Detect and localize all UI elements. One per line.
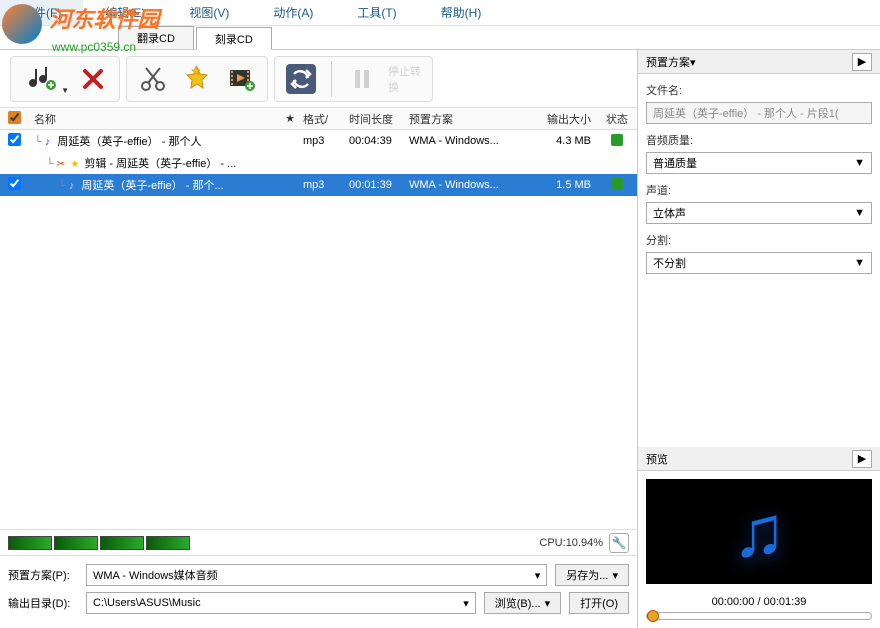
quality-value: 普通质量: [653, 155, 697, 171]
preset-combo[interactable]: WMA - Windows媒体音频 ▾: [86, 564, 547, 586]
dropdown-arrow-icon: ▾: [463, 597, 469, 610]
status-ready-icon: [611, 134, 623, 146]
preset-panel-header: 预置方案▾ ▶: [638, 50, 880, 74]
clip-name: 剪辑 - 周延英（英子-effie） - ...: [84, 158, 236, 170]
music-note-icon: ♪: [69, 180, 75, 192]
output-value: C:\Users\ASUS\Music: [93, 597, 201, 609]
playback-slider[interactable]: [646, 612, 872, 620]
channel-label: 声道:: [646, 182, 872, 198]
music-note-icon: ♪: [45, 136, 51, 148]
menu-edit[interactable]: 编辑(E): [83, 0, 167, 25]
split-value: 不分割: [653, 255, 686, 271]
list-row[interactable]: └ ✂ ★ 剪辑 - 周延英（英子-effie） - ...: [0, 152, 637, 174]
quality-combo[interactable]: 普通质量 ▼: [646, 152, 872, 174]
channel-value: 立体声: [653, 205, 686, 221]
row-checkbox[interactable]: [8, 177, 21, 190]
cpu-bar: CPU:10.94% 🔧: [0, 529, 637, 555]
stop-button: 停止转换: [388, 61, 424, 97]
check-all[interactable]: [8, 111, 21, 124]
toolbar: ▼: [0, 50, 637, 108]
favorites-button[interactable]: [179, 61, 215, 97]
cpu-label: CPU:: [539, 537, 565, 549]
col-star[interactable]: ★: [277, 112, 303, 125]
cpu-meter: [8, 536, 190, 550]
menu-file[interactable]: 文件(F): [0, 0, 83, 25]
music-preview-icon: ♫: [732, 491, 786, 573]
quality-label: 音频质量:: [646, 132, 872, 148]
cut-button[interactable]: [135, 61, 171, 97]
convert-button[interactable]: [283, 61, 319, 97]
add-video-button[interactable]: [223, 61, 259, 97]
list-row[interactable]: └ ♪ 周延英（英子-effie） - 那个... mp3 00:01:39 W…: [0, 174, 637, 196]
file-list: └ ♪ 周延英（英子-effie） - 那个人 mp3 00:04:39 WMA…: [0, 130, 637, 529]
dropdown-arrow-icon: ▾: [535, 569, 541, 582]
open-button[interactable]: 打开(O): [569, 592, 629, 614]
split-combo[interactable]: 不分割 ▼: [646, 252, 872, 274]
file-format: mp3: [303, 135, 349, 147]
preset-value: WMA - Windows媒体音频: [93, 567, 218, 583]
file-size: 4.3 MB: [539, 135, 597, 147]
dropdown-arrow-icon: ▼: [854, 207, 865, 219]
filename-field[interactable]: 周延英（英子-effie） - 那个人 - 片段1(: [646, 102, 872, 124]
dropdown-arrow-icon[interactable]: ▾: [690, 57, 696, 69]
star-icon: ★: [70, 159, 79, 170]
tab-rip-cd[interactable]: 翻录CD: [118, 26, 194, 49]
col-name[interactable]: 名称: [28, 111, 277, 127]
dropdown-arrow-icon: ▼: [61, 86, 69, 95]
slider-thumb[interactable]: [647, 610, 659, 622]
col-status[interactable]: 状态: [597, 111, 637, 127]
status-ready-icon: [611, 178, 623, 190]
output-dir-combo[interactable]: C:\Users\ASUS\Music ▾: [86, 592, 476, 614]
browse-button[interactable]: 浏览(B)...▾: [484, 592, 561, 614]
filename-label: 文件名:: [646, 82, 872, 98]
col-format[interactable]: 格式/: [303, 111, 349, 127]
menu-help[interactable]: 帮助(H): [419, 0, 504, 25]
cpu-value: 10.94%: [566, 537, 603, 549]
file-duration: 00:04:39: [349, 135, 409, 147]
file-preset: WMA - Windows...: [409, 179, 539, 191]
list-header: 名称 ★ 格式/ 时间长度 预置方案 输出大小 状态: [0, 108, 637, 130]
expand-button[interactable]: ▶: [852, 450, 872, 468]
scissors-icon: ✂: [57, 159, 65, 170]
split-label: 分割:: [646, 232, 872, 248]
preview-header-label: 预览: [646, 451, 668, 467]
col-preset[interactable]: 预置方案: [409, 111, 539, 127]
pause-button: [344, 61, 380, 97]
settings-button[interactable]: 🔧: [609, 533, 629, 553]
file-duration: 00:01:39: [349, 179, 409, 191]
menu-view[interactable]: 视图(V): [167, 0, 251, 25]
file-name: 周延英（英子-effie） - 那个人: [57, 136, 201, 148]
file-preset: WMA - Windows...: [409, 135, 539, 147]
row-checkbox[interactable]: [8, 133, 21, 146]
output-label: 输出目录(D):: [8, 595, 78, 611]
save-as-button[interactable]: 另存为...▾: [555, 564, 629, 586]
file-format: mp3: [303, 179, 349, 191]
time-display: 00:00:00 / 00:01:39: [646, 596, 872, 608]
add-music-button[interactable]: ▼: [19, 61, 67, 97]
preview-panel-header: 预览 ▶: [638, 447, 880, 471]
output-form: 预置方案(P): WMA - Windows媒体音频 ▾ 另存为...▾ 输出目…: [0, 555, 637, 628]
preset-label: 预置方案(P):: [8, 567, 78, 583]
file-size: 1.5 MB: [539, 179, 597, 191]
tab-bar: 翻录CD 刻录CD: [0, 26, 880, 50]
list-row[interactable]: └ ♪ 周延英（英子-effie） - 那个人 mp3 00:04:39 WMA…: [0, 130, 637, 152]
delete-button[interactable]: [75, 61, 111, 97]
col-duration[interactable]: 时间长度: [349, 111, 409, 127]
filename-value: 周延英（英子-effie） - 那个人 - 片段1(: [653, 105, 839, 121]
col-outsize[interactable]: 输出大小: [539, 111, 597, 127]
preview-video[interactable]: ♫: [646, 479, 872, 584]
menu-tools[interactable]: 工具(T): [335, 0, 418, 25]
menu-action[interactable]: 动作(A): [251, 0, 335, 25]
expand-button[interactable]: ▶: [852, 53, 872, 71]
dropdown-arrow-icon: ▼: [854, 157, 865, 169]
file-name: 周延英（英子-effie） - 那个...: [81, 180, 223, 192]
menubar: 文件(F) 编辑(E) 视图(V) 动作(A) 工具(T) 帮助(H): [0, 0, 880, 26]
preset-header-label: 预置方案: [646, 57, 690, 69]
dropdown-arrow-icon: ▼: [854, 257, 865, 269]
channel-combo[interactable]: 立体声 ▼: [646, 202, 872, 224]
tab-burn-cd[interactable]: 刻录CD: [196, 27, 272, 50]
